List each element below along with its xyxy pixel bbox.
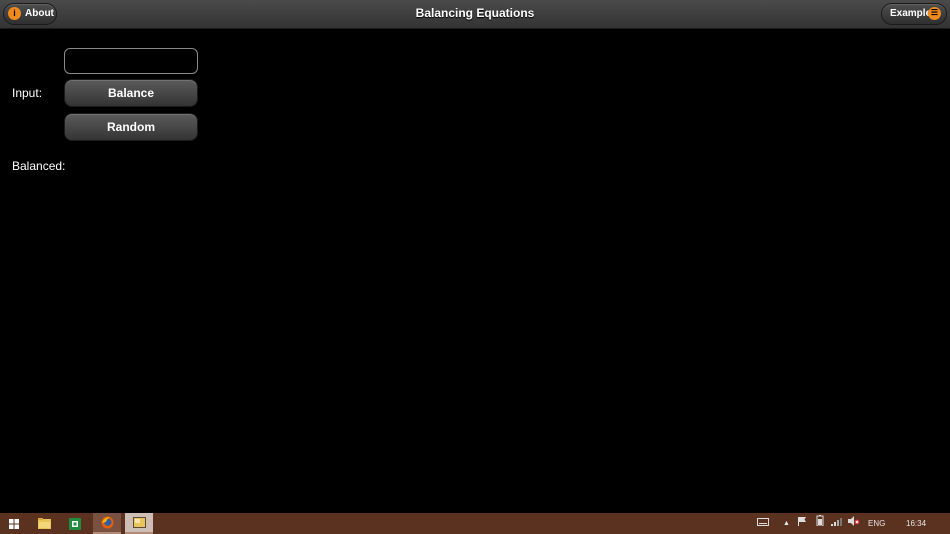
app-header: i About Balancing Equations Example ☰ xyxy=(0,0,950,29)
language-indicator[interactable]: ENG xyxy=(868,513,885,534)
battery-icon[interactable] xyxy=(815,513,825,534)
page-title: Balancing Equations xyxy=(415,6,535,20)
windows-taskbar: ▲ ENG 16:34 xyxy=(0,513,950,534)
balanced-label: Balanced: xyxy=(12,159,66,173)
taskbar-excel[interactable] xyxy=(61,513,89,534)
keyboard-icon[interactable] xyxy=(757,513,769,534)
file-explorer-icon xyxy=(37,518,51,529)
random-button[interactable]: Random xyxy=(64,113,198,141)
excel-icon xyxy=(69,517,81,530)
start-icon xyxy=(9,518,19,529)
balanced-output xyxy=(64,159,464,173)
start-button[interactable] xyxy=(3,513,25,534)
equation-input[interactable] xyxy=(64,48,198,74)
list-icon: ☰ xyxy=(928,7,941,20)
firefox-icon xyxy=(101,516,113,529)
taskbar-file-explorer[interactable] xyxy=(30,513,58,534)
example-button[interactable]: Example ☰ xyxy=(881,3,947,25)
example-label: Example xyxy=(890,8,932,19)
clock[interactable]: 16:34 xyxy=(906,513,926,534)
taskbar-active-app[interactable] xyxy=(125,513,153,534)
signal-icon[interactable] xyxy=(831,513,842,534)
balance-button[interactable]: Balance xyxy=(64,79,198,107)
flag-icon[interactable] xyxy=(797,513,807,534)
chevron-up-icon[interactable]: ▲ xyxy=(783,513,790,534)
input-label: Input: xyxy=(12,86,43,100)
volume-muted-icon[interactable] xyxy=(848,513,860,534)
app-window-icon xyxy=(132,517,146,528)
taskbar-firefox[interactable] xyxy=(93,513,121,534)
